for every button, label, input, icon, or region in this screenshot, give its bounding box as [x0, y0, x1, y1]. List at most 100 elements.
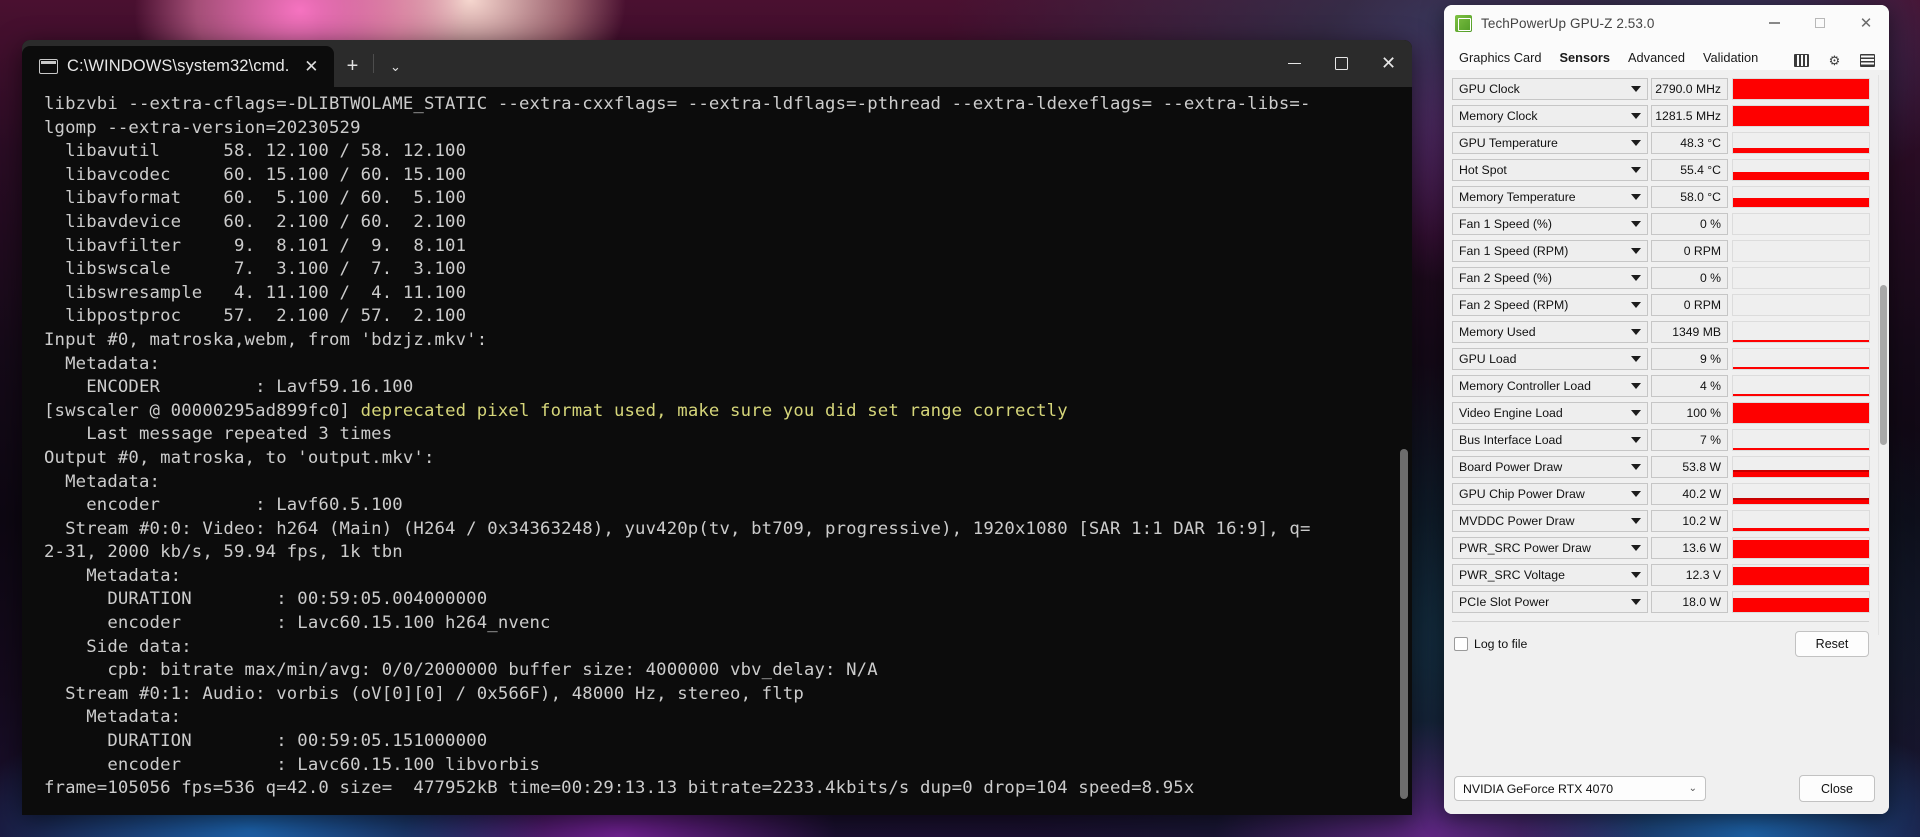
- chevron-down-icon[interactable]: [1631, 544, 1641, 551]
- cmd-scrollbar[interactable]: [1400, 449, 1408, 799]
- checkbox-icon[interactable]: [1454, 637, 1468, 651]
- cmd-output-line: Metadata:: [44, 353, 161, 374]
- chevron-down-icon[interactable]: [1631, 436, 1641, 443]
- close-button[interactable]: Close: [1799, 775, 1875, 802]
- sensor-name[interactable]: Bus Interface Load: [1452, 428, 1648, 451]
- chevron-down-icon[interactable]: [1631, 382, 1641, 389]
- sensor-name[interactable]: PWR_SRC Voltage: [1452, 563, 1648, 586]
- cmd-terminal-body[interactable]: libzvbi --extra-cflags=-DLIBTWOLAME_STAT…: [22, 87, 1412, 815]
- cmd-titlebar[interactable]: C:\WINDOWS\system32\cmd. ✕ + ⌄ ✕: [22, 40, 1412, 87]
- chevron-down-icon[interactable]: [1631, 166, 1641, 173]
- sensor-graph-fill: [1733, 147, 1869, 153]
- sensor-name[interactable]: Fan 2 Speed (%): [1452, 266, 1648, 289]
- sensor-name[interactable]: GPU Chip Power Draw: [1452, 482, 1648, 505]
- sensor-name[interactable]: Memory Controller Load: [1452, 374, 1648, 397]
- sensor-row: Fan 1 Speed (%) 0 %: [1452, 210, 1881, 237]
- maximize-icon: [1335, 57, 1348, 70]
- chevron-down-icon[interactable]: [1631, 247, 1641, 254]
- sensor-name[interactable]: GPU Load: [1452, 347, 1648, 370]
- sensor-name[interactable]: PWR_SRC Power Draw: [1452, 536, 1648, 559]
- sensor-scrollbar[interactable]: [1878, 75, 1887, 635]
- chevron-down-icon[interactable]: [1631, 409, 1641, 416]
- sensor-name[interactable]: Video Engine Load: [1452, 401, 1648, 424]
- sensor-value: 0 RPM: [1651, 239, 1728, 262]
- chevron-down-icon[interactable]: [1631, 328, 1641, 335]
- sensor-value: 12.3 V: [1651, 563, 1728, 586]
- sensor-name[interactable]: Fan 1 Speed (%): [1452, 212, 1648, 235]
- cmd-output-line: Stream #0:0: Video: h264 (Main) (H264 / …: [44, 518, 1311, 539]
- sensor-graph: [1732, 563, 1870, 586]
- gpuz-minimize-button[interactable]: [1751, 5, 1797, 41]
- cmd-output-line: libpostproc 57. 2.100 / 57. 2.100: [44, 306, 467, 327]
- sensor-row: Bus Interface Load 7 %: [1452, 426, 1881, 453]
- sensor-row: GPU Chip Power Draw 40.2 W: [1452, 480, 1881, 507]
- sensor-name[interactable]: Memory Temperature: [1452, 185, 1648, 208]
- chevron-down-icon[interactable]: [1631, 517, 1641, 524]
- log-to-file-checkbox[interactable]: Log to file: [1454, 637, 1527, 651]
- sensor-name[interactable]: Memory Used: [1452, 320, 1648, 343]
- maximize-icon: [1815, 18, 1825, 28]
- reset-button[interactable]: Reset: [1795, 631, 1869, 657]
- sensor-value: 18.0 W: [1651, 590, 1728, 613]
- chevron-down-icon[interactable]: [1631, 355, 1641, 362]
- sensor-name[interactable]: GPU Clock: [1452, 77, 1648, 100]
- chevron-down-icon[interactable]: [1631, 490, 1641, 497]
- cmd-output-line: encoder : Lavf60.5.100: [44, 495, 403, 516]
- chevron-down-icon[interactable]: [1631, 85, 1641, 92]
- sensor-graph: [1732, 212, 1870, 235]
- gpuz-title: TechPowerUp GPU-Z 2.53.0: [1481, 15, 1655, 31]
- cmd-tab[interactable]: C:\WINDOWS\system32\cmd. ✕: [22, 46, 335, 87]
- tab-advanced[interactable]: Advanced: [1619, 47, 1694, 70]
- chevron-down-icon[interactable]: [1631, 463, 1641, 470]
- sensor-row: Memory Used 1349 MB: [1452, 318, 1881, 345]
- gpu-select-value: NVIDIA GeForce RTX 4070: [1463, 781, 1614, 796]
- command-prompt-window[interactable]: C:\WINDOWS\system32\cmd. ✕ + ⌄ ✕ libzvbi…: [22, 40, 1412, 815]
- chevron-down-icon[interactable]: [1631, 274, 1641, 281]
- log-to-file-label: Log to file: [1474, 637, 1528, 651]
- sensor-name[interactable]: Fan 2 Speed (RPM): [1452, 293, 1648, 316]
- cmd-close-button[interactable]: ✕: [1365, 40, 1412, 87]
- toolbar-divider: [373, 54, 375, 73]
- sensor-list: GPU Clock 2790.0 MHz Memory Clock 1281.5 MH…: [1452, 75, 1881, 615]
- tab-validation[interactable]: Validation: [1694, 47, 1767, 70]
- cmd-output-line: libavformat 60. 5.100 / 60. 5.100: [44, 188, 467, 209]
- gpu-select-dropdown[interactable]: NVIDIA GeForce RTX 4070 ⌄: [1454, 776, 1706, 801]
- chevron-down-icon[interactable]: [1631, 220, 1641, 227]
- menu-icon[interactable]: [1860, 54, 1875, 67]
- new-tab-button[interactable]: +: [334, 46, 370, 87]
- cmd-tab-title: C:\WINDOWS\system32\cmd.: [67, 57, 290, 75]
- sensor-graph-fill: [1733, 527, 1869, 531]
- sensor-value: 1281.5 MHz: [1651, 104, 1728, 127]
- chevron-down-icon[interactable]: [1631, 112, 1641, 119]
- tab-dropdown-button[interactable]: ⌄: [377, 46, 413, 87]
- sensor-name[interactable]: Memory Clock: [1452, 104, 1648, 127]
- sensor-graph-fill: [1733, 78, 1869, 99]
- chevron-down-icon[interactable]: [1631, 139, 1641, 146]
- gpuz-maximize-button[interactable]: [1797, 5, 1843, 41]
- sensor-name[interactable]: PCIe Slot Power: [1452, 590, 1648, 613]
- sensor-scrollbar-thumb[interactable]: [1880, 285, 1887, 445]
- cmd-output-line: libavfilter 9. 8.101 / 9. 8.101: [44, 235, 467, 256]
- chevron-down-icon[interactable]: [1631, 598, 1641, 605]
- camera-icon[interactable]: [1794, 54, 1809, 67]
- cmd-tab-close-icon[interactable]: ✕: [298, 54, 324, 80]
- gpuz-window[interactable]: TechPowerUp GPU-Z 2.53.0 ✕ Graphics Card…: [1444, 5, 1889, 814]
- sensor-graph-fill: [1733, 539, 1869, 558]
- sensor-name[interactable]: MVDDC Power Draw: [1452, 509, 1648, 532]
- sensor-name[interactable]: Hot Spot: [1452, 158, 1648, 181]
- tab-graphics-card[interactable]: Graphics Card: [1450, 47, 1551, 70]
- gear-icon[interactable]: ⚙: [1827, 54, 1842, 67]
- sensor-name[interactable]: Board Power Draw: [1452, 455, 1648, 478]
- cmd-maximize-button[interactable]: [1318, 40, 1365, 87]
- gpuz-titlebar[interactable]: TechPowerUp GPU-Z 2.53.0 ✕: [1444, 5, 1889, 41]
- tab-sensors[interactable]: Sensors: [1551, 47, 1620, 70]
- chevron-down-icon[interactable]: [1631, 301, 1641, 308]
- sensor-name[interactable]: GPU Temperature: [1452, 131, 1648, 154]
- cmd-output-line: libavutil 58. 12.100 / 58. 12.100: [44, 141, 467, 162]
- chevron-down-icon[interactable]: [1631, 571, 1641, 578]
- cmd-minimize-button[interactable]: [1271, 40, 1318, 87]
- chevron-down-icon[interactable]: [1631, 193, 1641, 200]
- sensor-name[interactable]: Fan 1 Speed (RPM): [1452, 239, 1648, 262]
- sensor-row: Hot Spot 55.4 °C: [1452, 156, 1881, 183]
- gpuz-close-button[interactable]: ✕: [1843, 5, 1889, 41]
